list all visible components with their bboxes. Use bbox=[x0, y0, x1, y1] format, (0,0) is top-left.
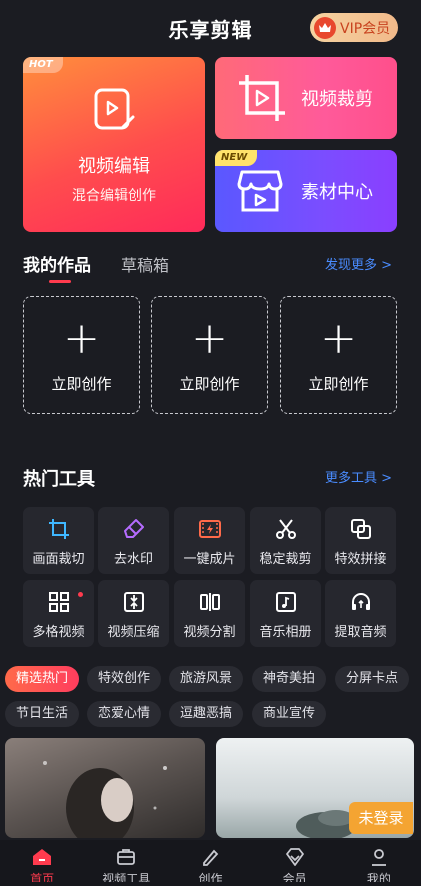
tool-extract-audio[interactable]: 提取音频 bbox=[325, 580, 396, 647]
create-slot[interactable]: + 立即创作 bbox=[280, 296, 397, 414]
tool-label: 视频压缩 bbox=[107, 625, 160, 640]
create-slot[interactable]: + 立即创作 bbox=[151, 296, 268, 414]
chip-beauty[interactable]: 神奇美拍 bbox=[252, 666, 327, 692]
video-crop-title: 视频裁剪 bbox=[301, 89, 373, 110]
tool-label: 特效拼接 bbox=[334, 552, 387, 567]
tool-one-click-film[interactable]: 一键成片 bbox=[174, 507, 245, 574]
more-tools-link[interactable]: 更多工具 > bbox=[325, 467, 392, 486]
split-icon bbox=[199, 593, 220, 611]
not-logged-in-badge[interactable]: 未登录 bbox=[349, 802, 413, 834]
tool-label: 去水印 bbox=[113, 552, 153, 567]
discover-more-link[interactable]: 发现更多 > bbox=[325, 254, 392, 273]
hot-tools-title: 热门工具 bbox=[23, 469, 95, 490]
portrait-image bbox=[43, 761, 167, 838]
video-crop-card[interactable]: 视频裁剪 bbox=[215, 57, 397, 139]
tool-effect-splice[interactable]: 特效拼接 bbox=[325, 507, 396, 574]
chip-travel[interactable]: 旅游风景 bbox=[169, 666, 244, 692]
tool-label: 视频分割 bbox=[183, 625, 236, 640]
video-edit-title: 视频编辑 bbox=[78, 156, 150, 177]
chip-split-screen[interactable]: 分屏卡点 bbox=[335, 666, 410, 692]
audio-extract-icon bbox=[351, 593, 370, 610]
crop-icon bbox=[48, 519, 69, 539]
nav-membership[interactable]: 会员 bbox=[253, 840, 337, 886]
tab-drafts[interactable]: 草稿箱 bbox=[121, 252, 169, 276]
layers-icon bbox=[350, 519, 371, 539]
plus-icon: + bbox=[63, 312, 100, 364]
materials-title: 素材中心 bbox=[301, 182, 373, 203]
edit-video-icon bbox=[93, 87, 135, 135]
crown-icon bbox=[314, 16, 336, 39]
tool-label: 多格视频 bbox=[32, 625, 85, 640]
film-spark-icon bbox=[198, 520, 221, 538]
user-icon bbox=[371, 849, 386, 866]
nav-label: 首页 bbox=[30, 872, 55, 882]
red-dot-badge bbox=[78, 592, 83, 597]
chip-effects[interactable]: 特效创作 bbox=[87, 666, 162, 692]
nav-profile[interactable]: 我的 bbox=[337, 840, 421, 886]
vip-label: VIP会员 bbox=[340, 20, 391, 37]
new-tag: NEW bbox=[215, 150, 258, 166]
tool-video-split[interactable]: 视频分割 bbox=[174, 580, 245, 647]
materials-card[interactable]: NEW 素材中心 bbox=[215, 150, 397, 232]
pen-icon bbox=[203, 849, 219, 866]
nav-video-tools[interactable]: 视频工具 bbox=[84, 840, 168, 886]
active-tab-indicator bbox=[49, 280, 71, 283]
tool-video-compress[interactable]: 视频压缩 bbox=[98, 580, 169, 647]
tool-crop-frame[interactable]: 画面裁切 bbox=[23, 507, 94, 574]
create-slot[interactable]: + 立即创作 bbox=[23, 296, 140, 414]
chip-romance[interactable]: 恋爱心情 bbox=[87, 701, 162, 727]
home-icon bbox=[33, 849, 52, 865]
create-slot-label: 立即创作 bbox=[308, 374, 369, 393]
create-slot-label: 立即创作 bbox=[179, 374, 240, 393]
chip-business[interactable]: 商业宣传 bbox=[252, 701, 327, 727]
eraser-icon bbox=[123, 519, 144, 538]
tool-label: 画面裁切 bbox=[32, 552, 85, 567]
nav-label: 视频工具 bbox=[102, 872, 151, 882]
video-edit-card[interactable]: HOT 视频编辑 混合编辑创作 bbox=[23, 57, 205, 232]
tool-multi-grid[interactable]: 多格视频 bbox=[23, 580, 94, 647]
plus-icon: + bbox=[191, 312, 228, 364]
chip-featured[interactable]: 精选热门 bbox=[5, 666, 80, 692]
nav-label: 创作 bbox=[198, 872, 223, 882]
create-slot-label: 立即创作 bbox=[51, 374, 112, 393]
tool-remove-watermark[interactable]: 去水印 bbox=[98, 507, 169, 574]
tab-my-works[interactable]: 我的作品 bbox=[23, 251, 91, 276]
plus-icon: + bbox=[320, 312, 357, 364]
store-icon bbox=[237, 168, 283, 218]
template-thumbnail[interactable] bbox=[5, 738, 205, 838]
nav-label: 我的 bbox=[366, 872, 391, 882]
grid-icon bbox=[48, 592, 69, 612]
vip-button[interactable]: VIP会员 bbox=[310, 13, 398, 42]
tool-label: 音乐相册 bbox=[259, 625, 312, 640]
tool-label: 稳定裁剪 bbox=[259, 552, 312, 567]
chip-holiday[interactable]: 节日生活 bbox=[5, 701, 80, 727]
nav-create[interactable]: 创作 bbox=[168, 840, 252, 886]
tool-stable-crop[interactable]: 稳定裁剪 bbox=[250, 507, 321, 574]
bottom-nav: 首页 视频工具 创作 会员 我的 bbox=[0, 840, 421, 886]
tool-music-album[interactable]: 音乐相册 bbox=[250, 580, 321, 647]
chip-funny[interactable]: 逗趣恶搞 bbox=[169, 701, 244, 727]
toolbox-icon bbox=[117, 849, 136, 865]
nav-home[interactable]: 首页 bbox=[0, 840, 84, 886]
nav-label: 会员 bbox=[282, 872, 307, 882]
tool-label: 一键成片 bbox=[183, 552, 236, 567]
compress-icon bbox=[123, 592, 144, 612]
hot-tag: HOT bbox=[23, 57, 63, 73]
diamond-icon bbox=[285, 848, 304, 866]
crop-play-icon bbox=[237, 73, 287, 127]
tool-label: 提取音频 bbox=[334, 625, 387, 640]
video-edit-subtitle: 混合编辑创作 bbox=[72, 188, 156, 204]
scissors-icon bbox=[275, 519, 296, 539]
music-album-icon bbox=[275, 592, 296, 612]
